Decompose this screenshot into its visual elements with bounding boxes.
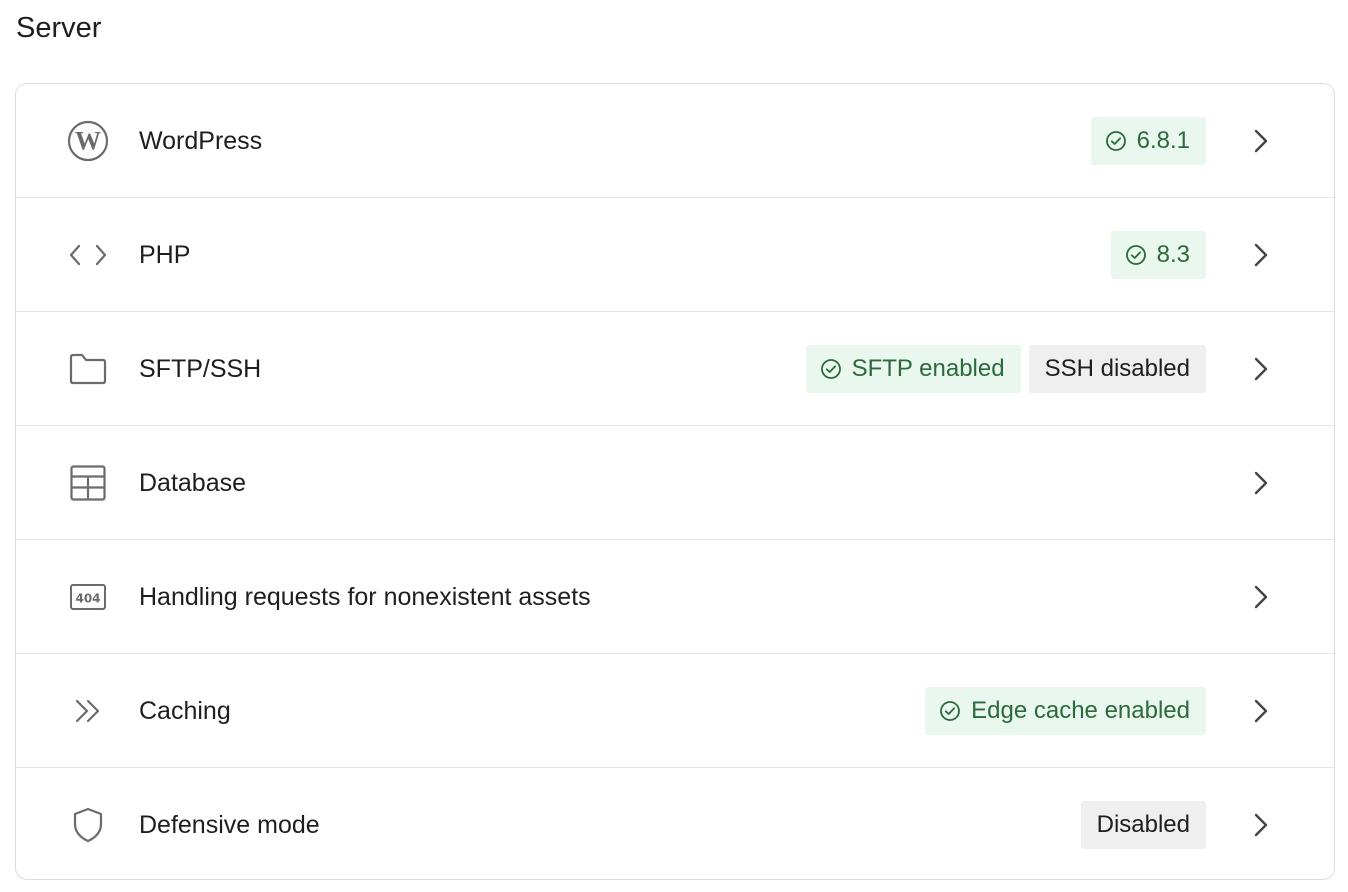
chevron-right-icon [1254, 471, 1268, 494]
badge-group: 8.3 [1110, 230, 1206, 279]
badge-text: Disabled [1096, 811, 1190, 838]
check-circle-icon [820, 358, 841, 379]
row-label-nonexistent-assets: Handling requests for nonexistent assets [139, 582, 591, 611]
row-php[interactable]: PHP 8.3 [16, 198, 1334, 312]
row-defensive-mode[interactable]: Defensive mode Disabled [16, 768, 1334, 879]
check-circle-icon [1105, 130, 1126, 151]
chevron-right-icon [1254, 699, 1268, 722]
row-nonexistent-assets[interactable]: 404 Handling requests for nonexistent as… [16, 540, 1334, 654]
row-database[interactable]: Database [16, 426, 1334, 540]
status-badge-sftp: SFTP enabled [805, 344, 1021, 393]
chevrons-right-icon [66, 689, 110, 733]
row-label-defensive-mode: Defensive mode [139, 811, 320, 839]
status-badge-php-version: 8.3 [1110, 230, 1206, 279]
row-sftp-ssh[interactable]: SFTP/SSH SFTP enabled SSH disabled [16, 312, 1334, 426]
row-label-sftp-ssh: SFTP/SSH [139, 354, 262, 383]
check-circle-icon [1125, 244, 1146, 265]
404-icon-text: 404 [75, 591, 100, 605]
svg-text:W: W [75, 126, 101, 155]
badge-group: SFTP enabled SSH disabled [805, 344, 1206, 393]
row-label-php: PHP [139, 240, 191, 269]
404-icon: 404 [66, 575, 110, 619]
check-circle-icon [940, 700, 961, 721]
badge-group: 6.8.1 [1090, 116, 1206, 165]
wordpress-icon: W [66, 119, 110, 163]
section-title: Server [16, 12, 102, 44]
chevron-right-icon [1254, 357, 1268, 380]
row-caching[interactable]: Caching Edge cache enabled [16, 654, 1334, 768]
badge-text: 8.3 [1156, 240, 1190, 268]
badge-text: SFTP enabled [851, 354, 1005, 382]
badge-group: Edge cache enabled [925, 686, 1206, 735]
shield-icon [66, 803, 110, 847]
row-wordpress[interactable]: W WordPress 6.8.1 [16, 84, 1334, 198]
row-label-caching: Caching [139, 696, 231, 725]
status-badge-wordpress-version: 6.8.1 [1090, 116, 1206, 165]
chevron-right-icon [1254, 585, 1268, 608]
status-badge-edge-cache: Edge cache enabled [925, 686, 1206, 735]
chevron-right-icon [1254, 813, 1268, 837]
badge-text: Edge cache enabled [971, 696, 1190, 724]
badge-text: SSH disabled [1044, 354, 1190, 382]
row-label-wordpress: WordPress [139, 126, 263, 155]
status-badge-defensive-mode: Disabled [1080, 801, 1206, 849]
folder-icon [66, 347, 110, 391]
table-icon [66, 461, 110, 505]
row-label-database: Database [139, 468, 247, 497]
code-icon [66, 233, 110, 277]
badge-group: Disabled [1080, 801, 1206, 849]
status-badge-ssh: SSH disabled [1028, 344, 1206, 393]
server-settings-card: W WordPress 6.8.1 PHP 8.3 SFTP/SSH SFTP … [15, 83, 1335, 880]
badge-text: 6.8.1 [1136, 126, 1190, 154]
chevron-right-icon [1254, 243, 1268, 266]
chevron-right-icon [1254, 129, 1268, 152]
